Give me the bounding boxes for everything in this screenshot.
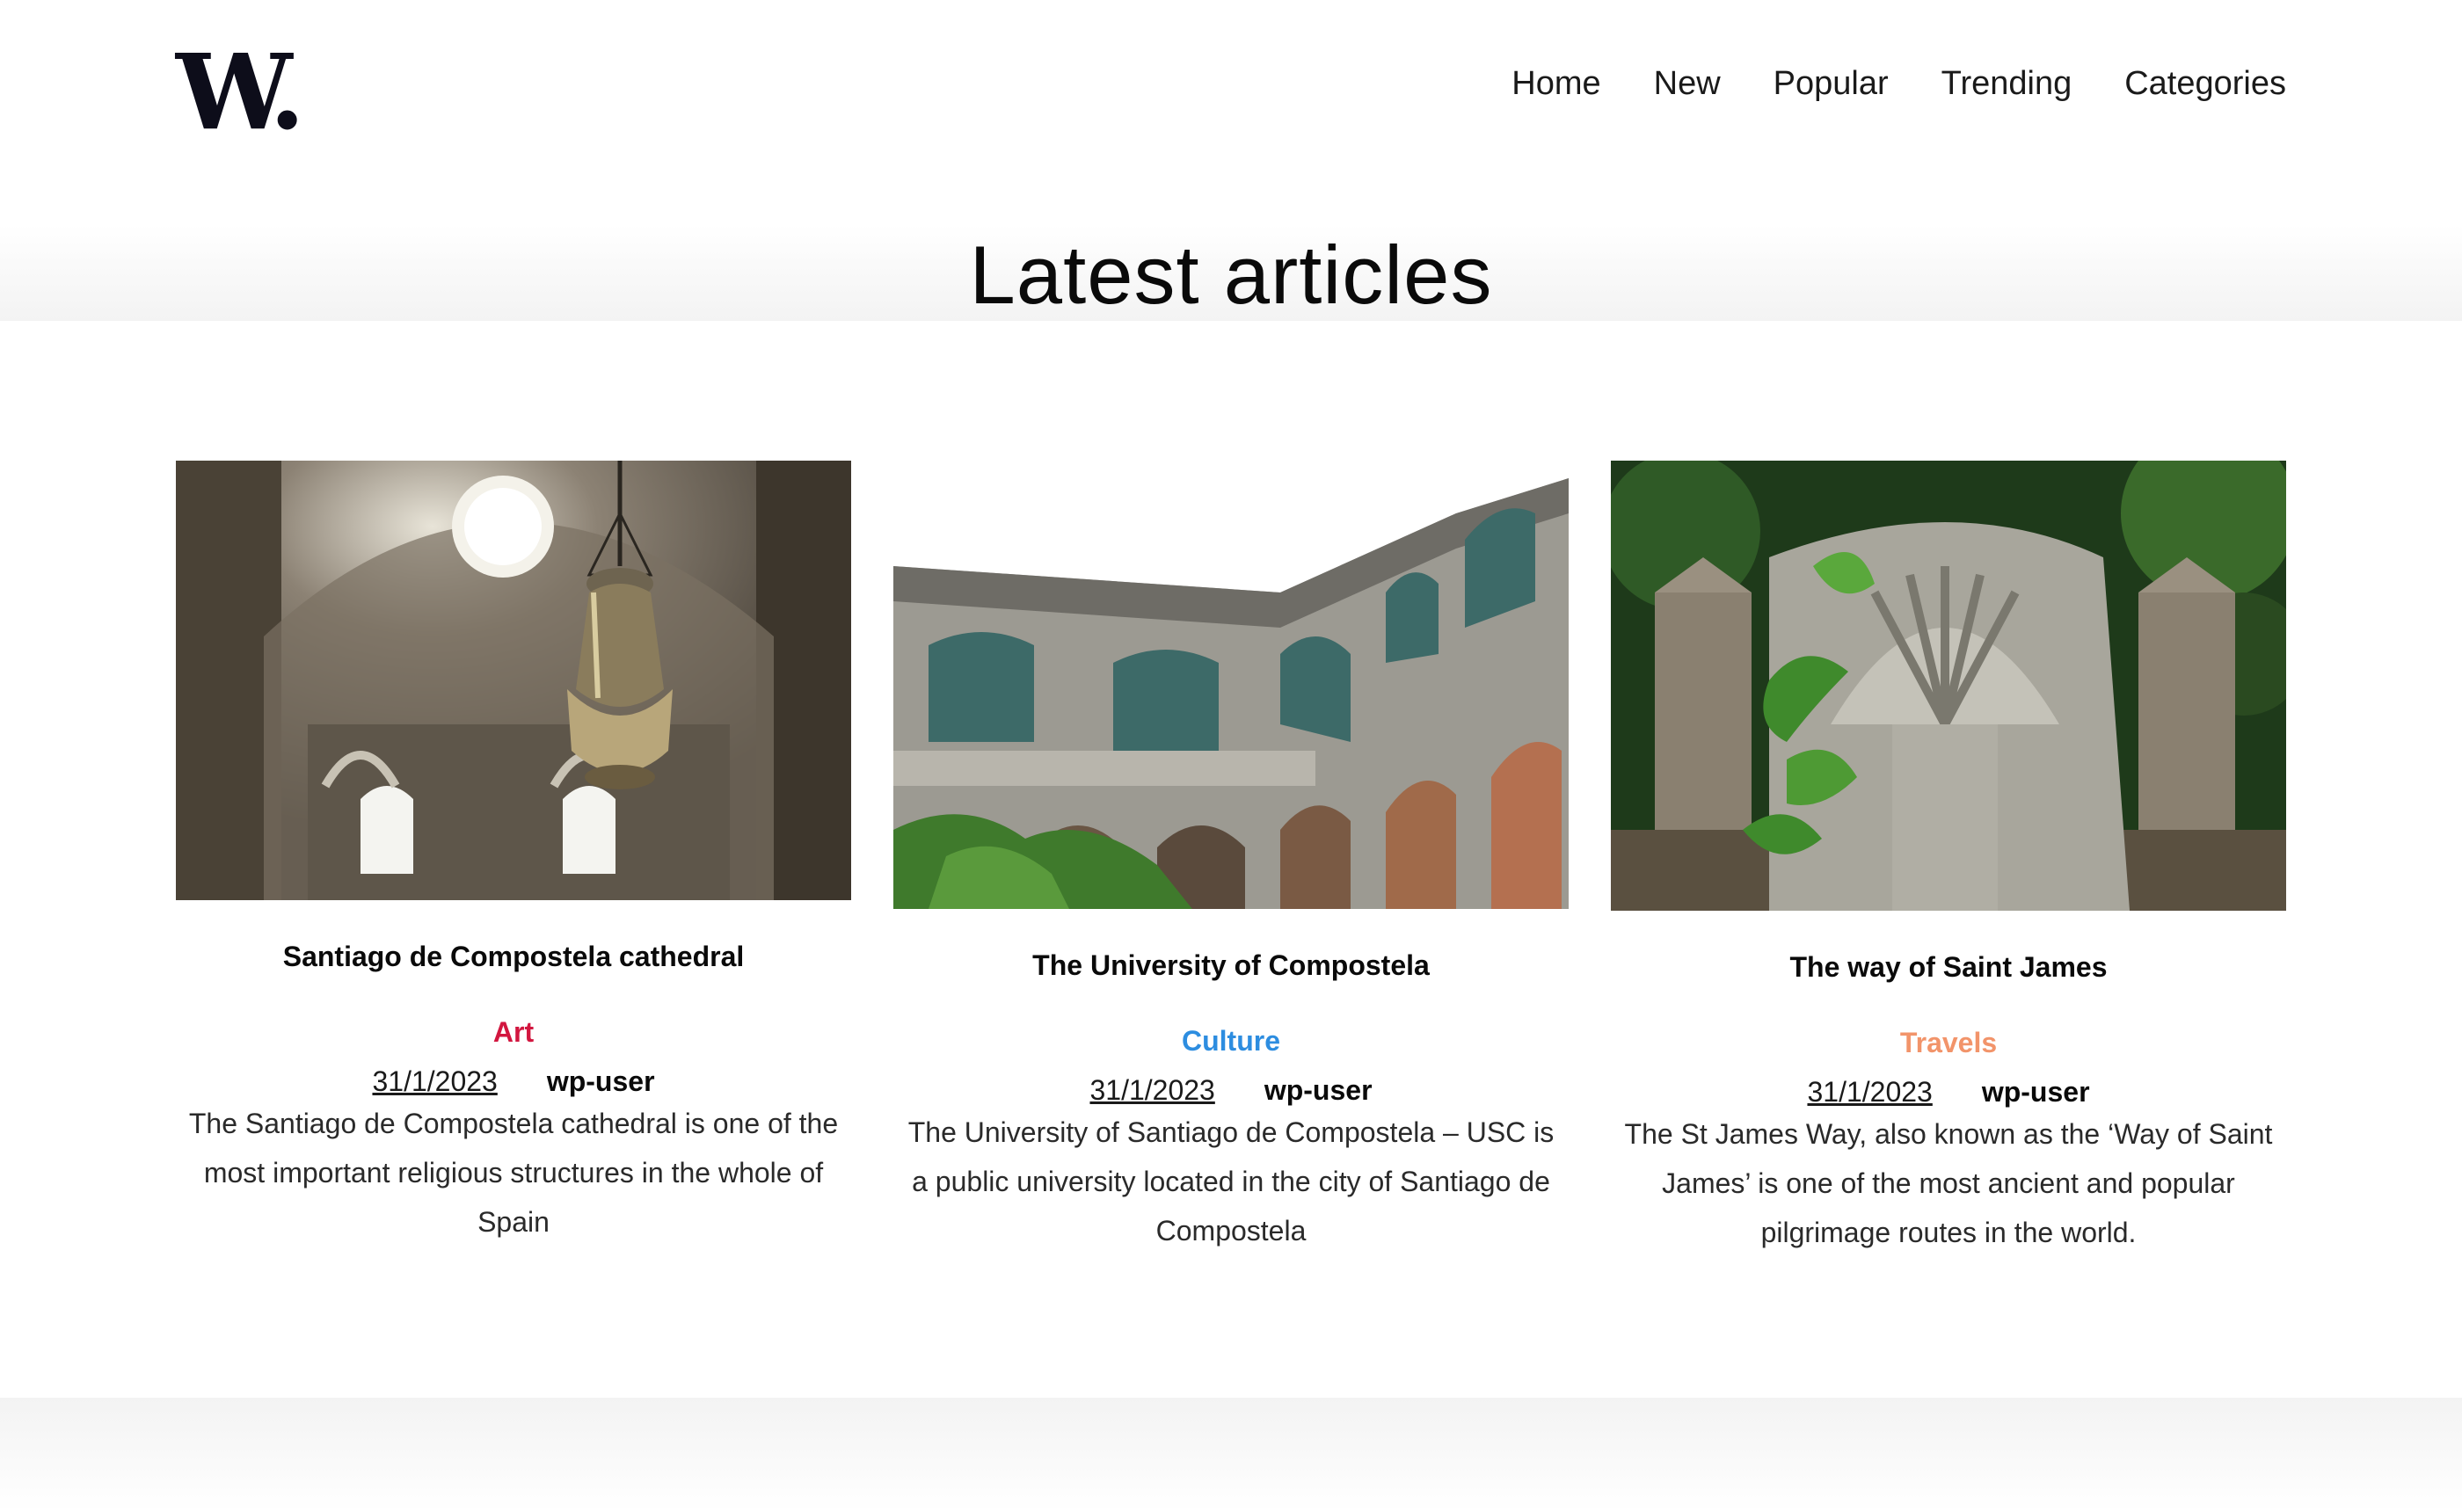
article-date[interactable]: 31/1/2023 [1089, 1074, 1214, 1106]
nav-categories[interactable]: Categories [2124, 65, 2286, 103]
cathedral-photo[interactable] [176, 461, 851, 900]
nav-trending[interactable]: Trending [1941, 65, 2072, 103]
footer-band [0, 1398, 2462, 1512]
article-date[interactable]: 31/1/2023 [1807, 1076, 1932, 1108]
article-title[interactable]: The way of Saint James [1611, 949, 2286, 985]
article-meta: 31/1/2023 wp-user [176, 1064, 851, 1099]
article-title[interactable]: The University of Compostela [893, 948, 1569, 983]
article-title[interactable]: Santiago de Compostela cathedral [176, 939, 851, 974]
article-excerpt: The Santiago de Compostela cathedral is … [188, 1108, 839, 1238]
site-header: W. Home New Popular Trending Categories [0, 0, 2462, 176]
category-badge[interactable]: Art [493, 1014, 534, 1050]
nav-popular[interactable]: Popular [1774, 65, 1889, 103]
article-author[interactable]: wp-user [1982, 1076, 2090, 1108]
article-author[interactable]: wp-user [1264, 1074, 1373, 1106]
nav-new[interactable]: New [1654, 65, 1721, 103]
article-meta: 31/1/2023 wp-user [893, 1072, 1569, 1108]
page: W. Home New Popular Trending Categories … [0, 0, 2462, 1512]
main-nav: Home New Popular Trending Categories [1511, 65, 2286, 103]
article-excerpt: The St James Way, also known as the ‘Way… [1624, 1118, 2273, 1248]
university-photo[interactable] [893, 461, 1569, 909]
article-author[interactable]: wp-user [547, 1065, 655, 1097]
scallop-stone-photo[interactable] [1611, 461, 2286, 911]
category-badge[interactable]: Travels [1900, 1025, 1997, 1060]
article-card: The way of Saint James Travels 31/1/2023… [1611, 461, 2286, 1257]
page-title: Latest articles [969, 229, 1493, 321]
article-card: The University of Compostela Culture 31/… [893, 461, 1569, 1255]
nav-home[interactable]: Home [1511, 65, 1600, 103]
article-meta: 31/1/2023 wp-user [1611, 1074, 2286, 1109]
article-date[interactable]: 31/1/2023 [372, 1065, 497, 1097]
article-excerpt: The University of Santiago de Compostela… [907, 1116, 1555, 1247]
category-badge[interactable]: Culture [1182, 1023, 1280, 1058]
site-logo[interactable]: W. [176, 40, 305, 144]
article-card: Santiago de Compostela cathedral Art 31/… [176, 461, 851, 1247]
